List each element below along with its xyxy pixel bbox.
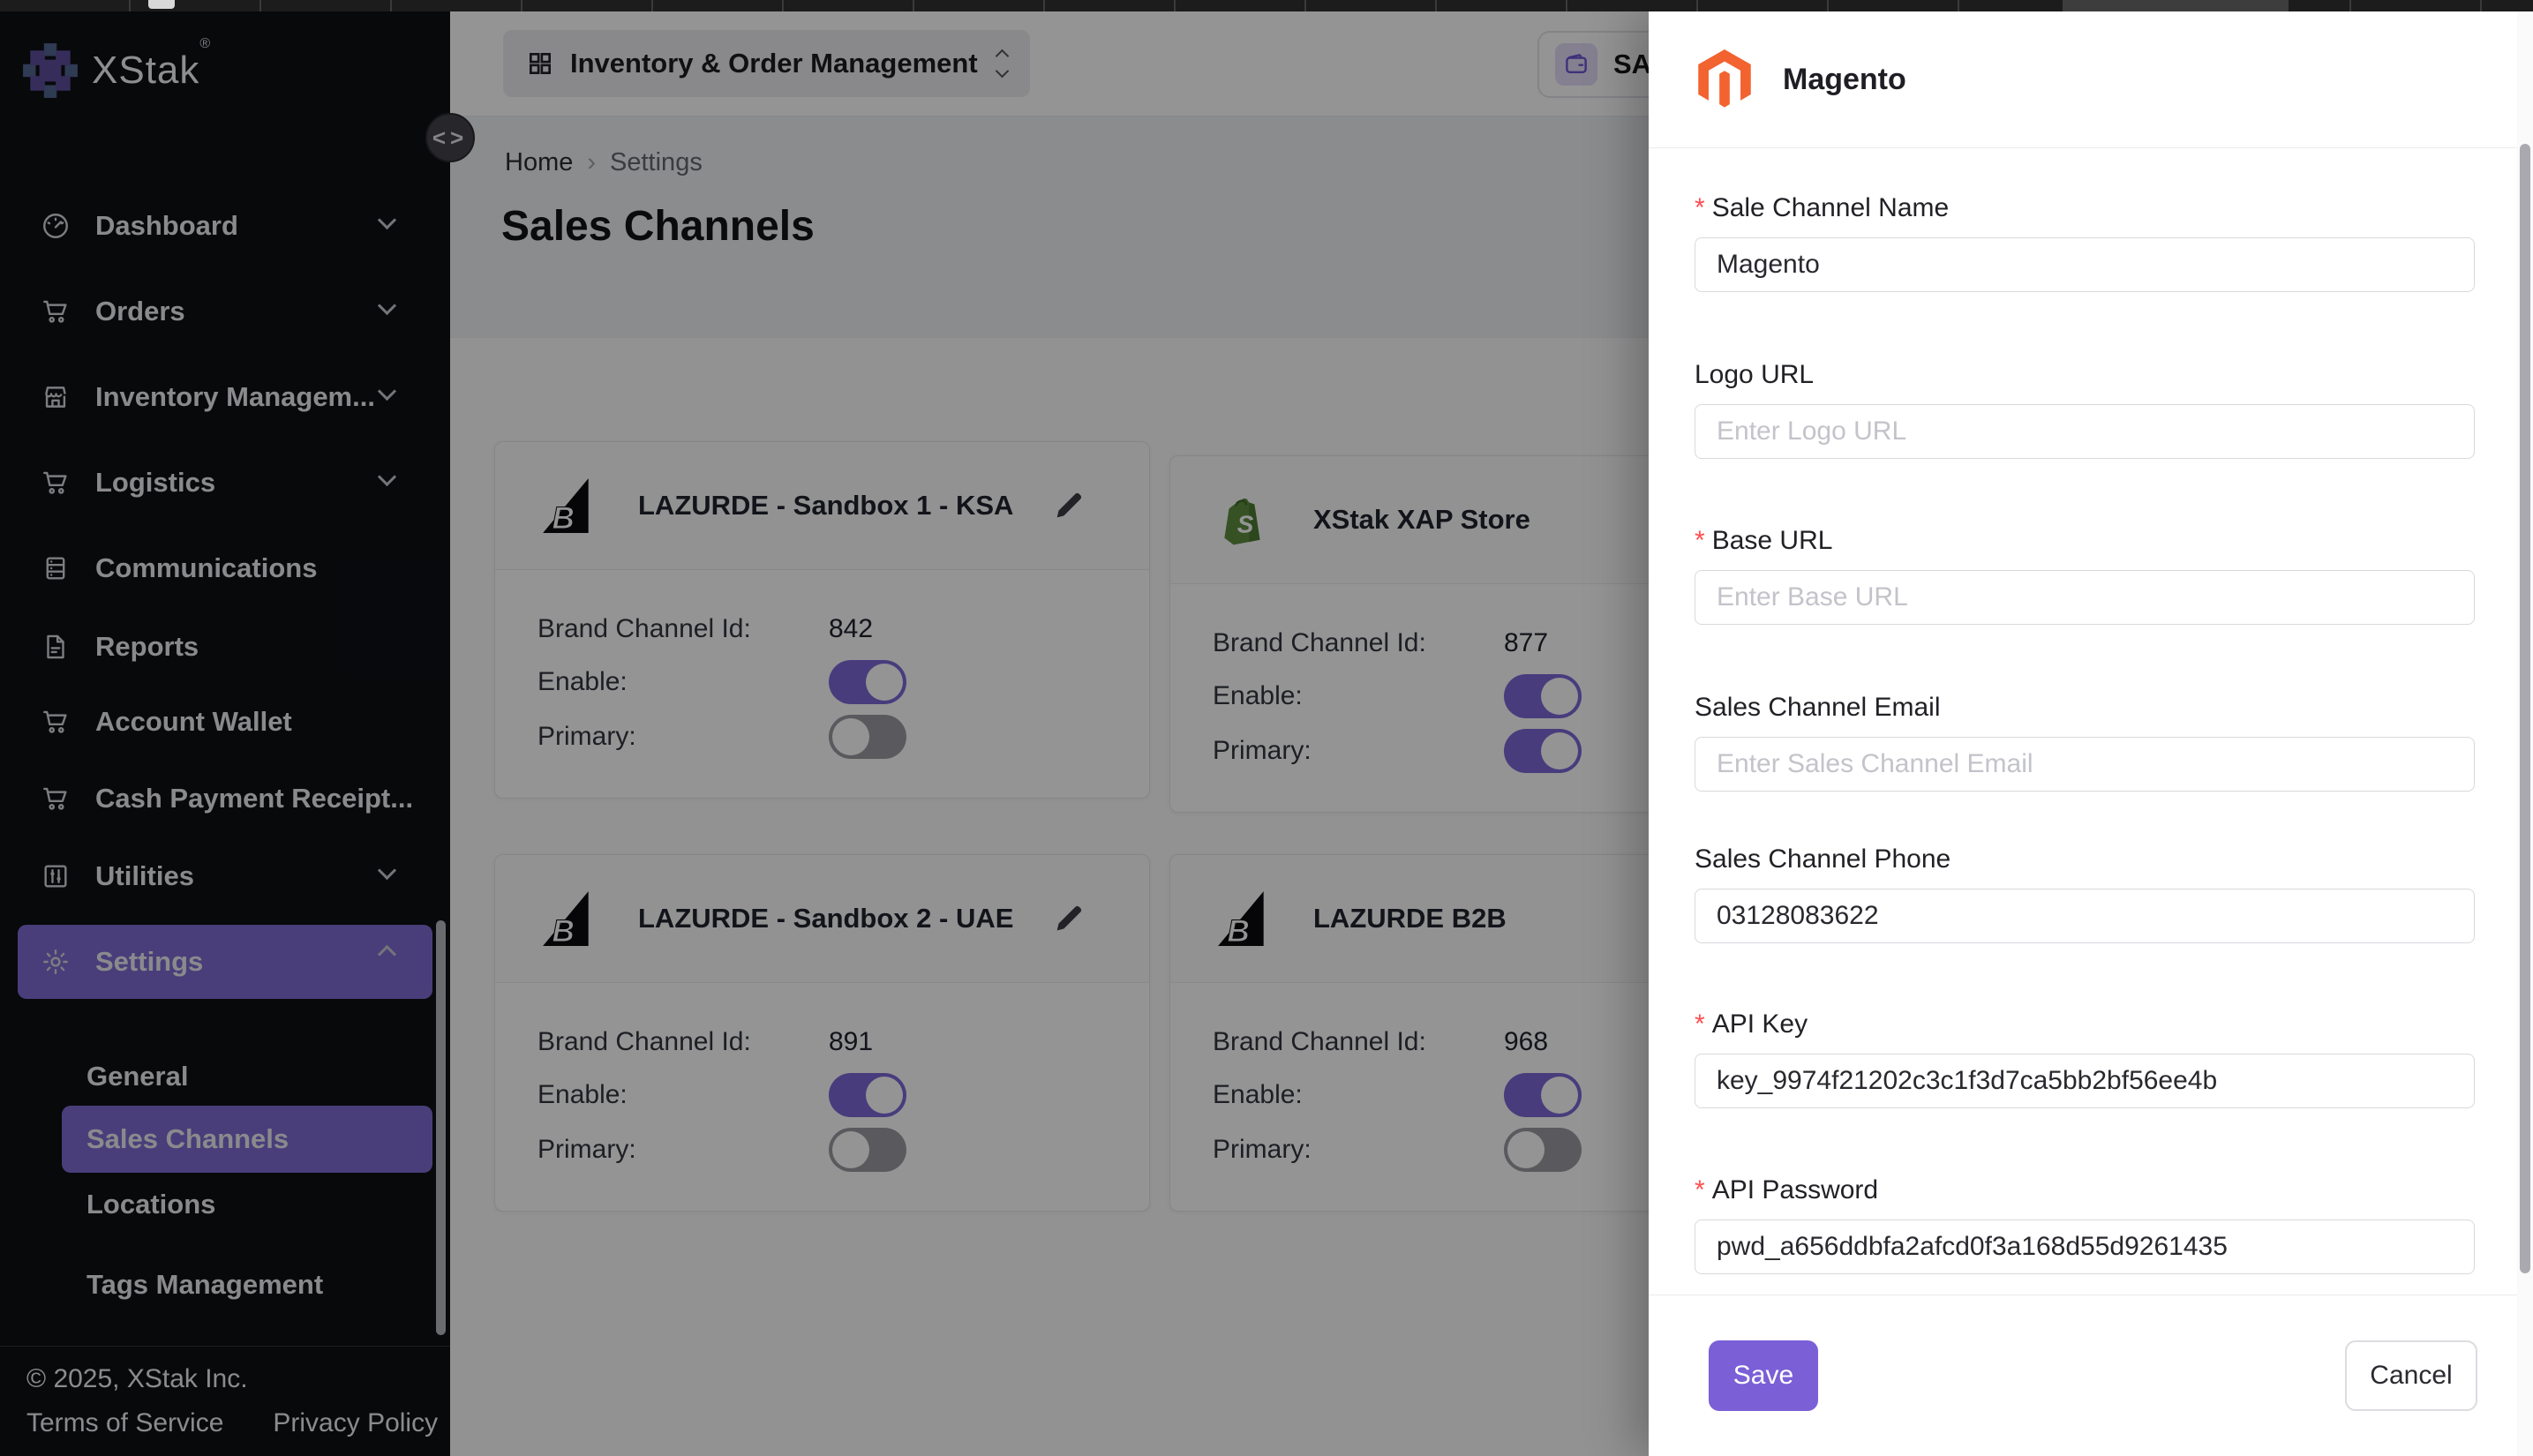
drawer-title: Magento [1783,63,1906,97]
field-sales-channel-email: *Sales Channel Email [1695,693,2475,792]
field-api-password: *API Password [1695,1175,2475,1274]
field-api-key: *API Key [1695,1009,2475,1108]
modal-scrim[interactable] [0,11,1649,1456]
drawer-footer: Save Cancel [1649,1295,2533,1456]
cancel-button[interactable]: Cancel [2345,1340,2477,1411]
field-label: Sales Channel Phone [1695,844,1950,874]
app-window: XStak® Dashboard Orders Inventory Manage… [0,0,2533,1456]
field-label: API Password [1712,1175,1878,1205]
channel-config-drawer: Magento *Sale Channel Name *Logo URL *Ba… [1649,11,2533,1456]
field-label: API Key [1712,1009,1808,1039]
required-asterisk: * [1695,526,1705,555]
required-asterisk: * [1695,193,1705,222]
drawer-scrollbar-thumb[interactable] [2520,144,2530,1273]
field-sale-channel-name: *Sale Channel Name [1695,193,2475,292]
save-button[interactable]: Save [1709,1340,1818,1411]
drawer-scrollbar-track[interactable] [2517,11,2533,1456]
tab-strip-notch [148,0,175,9]
logo-url-input[interactable] [1695,404,2475,459]
sale-channel-name-input[interactable] [1695,237,2475,292]
api-password-input[interactable] [1695,1220,2475,1274]
field-label: Base URL [1712,526,1833,555]
field-logo-url: *Logo URL [1695,360,2475,459]
required-asterisk: * [1695,1009,1705,1039]
field-sales-channel-phone: *Sales Channel Phone [1695,844,2475,943]
drawer-header: Magento [1649,11,2533,148]
required-asterisk: * [1695,1175,1705,1205]
api-key-input[interactable] [1695,1054,2475,1108]
field-base-url: *Base URL [1695,526,2475,625]
base-url-input[interactable] [1695,570,2475,625]
field-label: Sale Channel Name [1712,193,1950,222]
field-label: Sales Channel Email [1695,693,1940,722]
sales-channel-phone-input[interactable] [1695,889,2475,943]
field-label: Logo URL [1695,360,1814,389]
active-tab-segment [2063,0,2289,11]
magento-icon [1698,49,1751,109]
sales-channel-email-input[interactable] [1695,737,2475,792]
browser-tab-strip [0,0,2533,11]
